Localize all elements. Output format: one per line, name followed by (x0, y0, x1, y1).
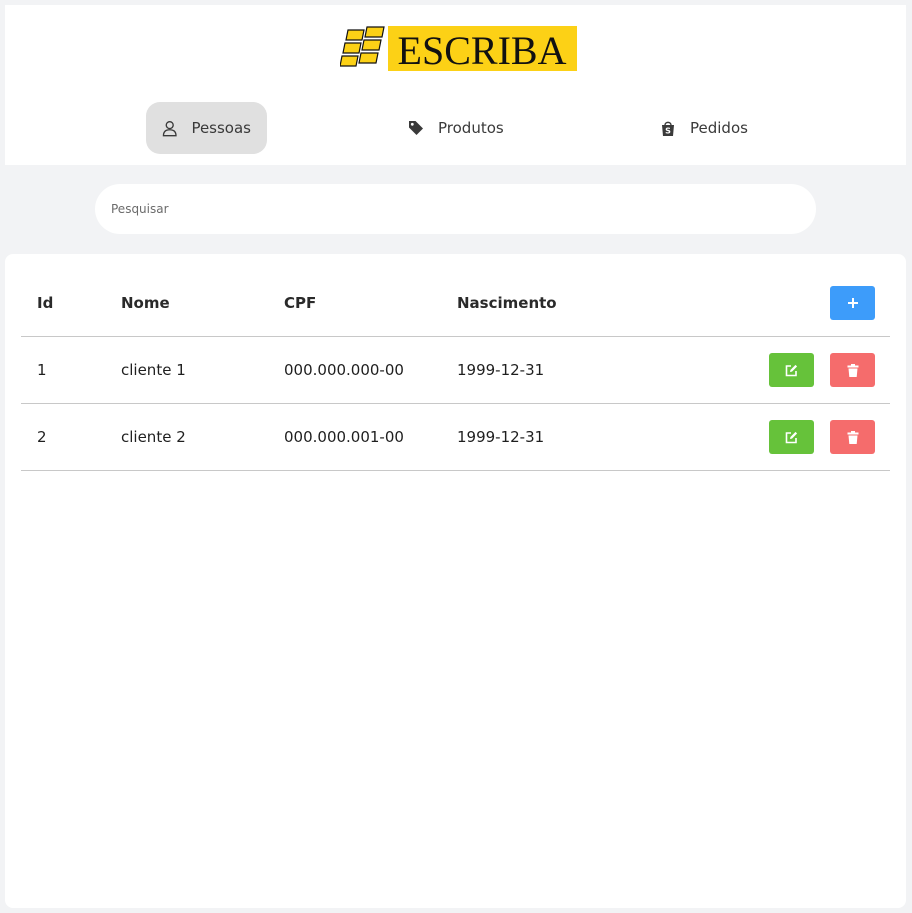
add-person-button[interactable] (830, 286, 875, 320)
shopping-bag-icon: S (662, 121, 674, 136)
column-header-nascimento: Nascimento (457, 294, 557, 312)
cell-id: 1 (37, 361, 47, 379)
trash-icon (847, 430, 858, 444)
cell-nascimento: 1999-12-31 (457, 361, 545, 379)
search-input[interactable] (95, 184, 816, 234)
user-icon (162, 120, 177, 136)
nav-pessoas[interactable]: Pessoas (146, 102, 267, 154)
nav-pedidos[interactable]: S Pedidos (660, 102, 748, 154)
tag-icon (409, 121, 423, 135)
column-header-cpf: CPF (284, 294, 317, 312)
edit-icon (785, 364, 798, 376)
edit-icon (785, 431, 798, 443)
cell-nascimento: 1999-12-31 (457, 428, 545, 446)
nav-label: Pessoas (191, 119, 251, 137)
cell-nome: cliente 2 (121, 428, 186, 446)
edit-button[interactable] (769, 353, 814, 387)
table-row: 2 cliente 2 000.000.001-00 1999-12-31 (21, 404, 890, 471)
plus-icon (847, 298, 858, 308)
nav-produtos[interactable]: Produtos (408, 102, 504, 154)
delete-button[interactable] (830, 420, 875, 454)
search-bar (95, 184, 816, 234)
svg-text:S: S (665, 126, 671, 135)
nav-label: Pedidos (690, 119, 748, 137)
table-header-row: Id Nome CPF Nascimento (21, 270, 890, 337)
cell-cpf: 000.000.000-00 (284, 361, 404, 379)
people-table-panel: Id Nome CPF Nascimento 1 cliente 1 000.0… (5, 254, 906, 908)
app-header: ESCRIBA Pessoas Produtos S Pedidos (5, 5, 906, 165)
delete-button[interactable] (830, 353, 875, 387)
nav-label: Produtos (438, 119, 504, 137)
logo-mark-icon (340, 26, 385, 67)
table-row: 1 cliente 1 000.000.000-00 1999-12-31 (21, 337, 890, 404)
cell-nome: cliente 1 (121, 361, 186, 379)
logo-text: ESCRIBA (398, 28, 567, 73)
column-header-nome: Nome (121, 294, 170, 312)
edit-button[interactable] (769, 420, 814, 454)
column-header-id: Id (37, 294, 54, 312)
trash-icon (847, 363, 858, 377)
cell-id: 2 (37, 428, 47, 446)
cell-cpf: 000.000.001-00 (284, 428, 404, 446)
escriba-logo: ESCRIBA (340, 26, 577, 73)
